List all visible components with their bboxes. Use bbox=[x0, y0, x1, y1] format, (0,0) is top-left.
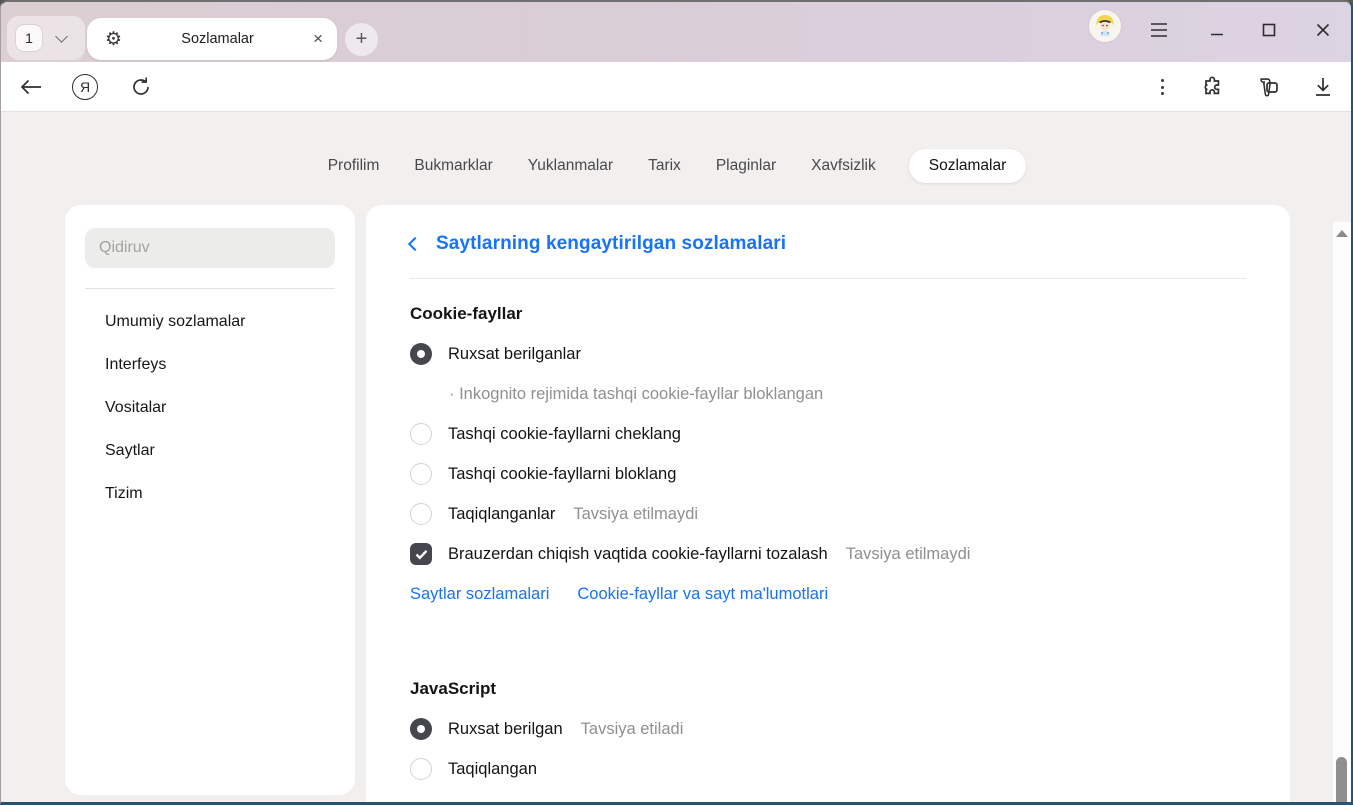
sidebar-item-interfeys[interactable]: Interfeys bbox=[65, 343, 355, 386]
sidebar-item-vositalar[interactable]: Vositalar bbox=[65, 386, 355, 429]
tab-strip: 1 ⚙ Sozlamalar × + bbox=[1, 2, 1351, 62]
browser-toolbar: Я Y settings Sozlamalar bbox=[1, 62, 1351, 112]
avatar[interactable] bbox=[1089, 10, 1121, 42]
radio-option-js-allowed[interactable]: Ruxsat berilgan Tavsiya etiladi bbox=[410, 709, 1246, 749]
section-gap bbox=[410, 614, 1246, 654]
sidebar-item-saytlar[interactable]: Saytlar bbox=[65, 429, 355, 472]
javascript-heading: JavaScript bbox=[410, 669, 1246, 709]
content-divider bbox=[410, 278, 1246, 279]
nav-tab-profilim[interactable]: Profilim bbox=[326, 149, 382, 183]
close-tab-icon[interactable]: × bbox=[313, 29, 323, 49]
back-icon[interactable] bbox=[17, 73, 45, 101]
nav-tab-sozlamalar[interactable]: Sozlamalar bbox=[909, 149, 1027, 183]
checkbox-checked-icon[interactable] bbox=[410, 543, 432, 565]
radio-option-allowed[interactable]: Ruxsat berilganlar bbox=[410, 334, 1246, 374]
chevron-down-icon[interactable] bbox=[55, 30, 68, 43]
chevron-left-icon bbox=[408, 237, 422, 251]
not-recommended-hint: Tavsiya etilmaydi bbox=[573, 505, 698, 524]
settings-content: Saytlarning kengaytirilgan sozlamalari C… bbox=[366, 205, 1290, 805]
download-icon[interactable] bbox=[1309, 73, 1337, 101]
minimize-button[interactable] bbox=[1203, 16, 1231, 44]
maximize-button[interactable] bbox=[1255, 16, 1283, 44]
nav-tab-bukmarklar[interactable]: Bukmarklar bbox=[412, 149, 494, 183]
section-back-title: Saytlarning kengaytirilgan sozlamalari bbox=[436, 233, 786, 255]
settings-sidebar: Umumiy sozlamalar Interfeys Vositalar Sa… bbox=[65, 205, 355, 795]
nav-tab-tarix[interactable]: Tarix bbox=[646, 149, 683, 183]
radio-option-note: · Inkognito rejimida tashqi cookie-fayll… bbox=[410, 374, 1246, 414]
sidebar-item-umumiy[interactable]: Umumiy sozlamalar bbox=[65, 300, 355, 343]
yandex-logo-icon[interactable]: Я bbox=[71, 73, 99, 101]
checkbox-clear-cookies-on-exit[interactable]: Brauzerdan chiqish vaqtida cookie-faylla… bbox=[410, 534, 1246, 574]
radio-icon[interactable] bbox=[410, 463, 432, 485]
radio-option-block-third-party[interactable]: Tashqi cookie-fayllarni bloklang bbox=[410, 454, 1246, 494]
nav-tab-yuklanmalar[interactable]: Yuklanmalar bbox=[526, 149, 615, 183]
tab-group-button[interactable]: 1 bbox=[7, 16, 85, 60]
sidebar-divider bbox=[85, 288, 335, 289]
back-heading-link[interactable]: Saytlarning kengaytirilgan sozlamalari bbox=[410, 233, 1246, 255]
settings-nav: Profilim Bukmarklar Yuklanmalar Tarix Pl… bbox=[1, 149, 1351, 183]
tab-counter-badge[interactable]: 1 bbox=[15, 24, 43, 52]
radio-icon[interactable] bbox=[410, 758, 432, 780]
radio-checked-icon[interactable] bbox=[410, 343, 432, 365]
new-tab-button[interactable]: + bbox=[345, 23, 378, 56]
tab-title: Sozlamalar bbox=[122, 31, 313, 47]
radio-icon[interactable] bbox=[410, 423, 432, 445]
cookies-heading: Cookie-fayllar bbox=[410, 294, 1246, 334]
browser-tab-settings[interactable]: ⚙ Sozlamalar × bbox=[87, 18, 337, 60]
nav-tab-plaginlar[interactable]: Plaginlar bbox=[714, 149, 778, 183]
sidebar-list: Umumiy sozlamalar Interfeys Vositalar Sa… bbox=[65, 300, 355, 515]
menu-icon[interactable] bbox=[1145, 16, 1173, 44]
site-settings-link[interactable]: Saytlar sozlamalari bbox=[410, 800, 549, 805]
radio-checked-icon[interactable] bbox=[410, 718, 432, 740]
recommended-hint: Tavsiya etiladi bbox=[581, 720, 684, 739]
settings-page: Profilim Bukmarklar Yuklanmalar Tarix Pl… bbox=[1, 112, 1351, 805]
cookies-site-data-link[interactable]: Cookie-fayllar va sayt ma'lumotlari bbox=[577, 585, 828, 604]
browser-window: 1 ⚙ Sozlamalar × + bbox=[0, 0, 1353, 805]
collections-icon[interactable] bbox=[1253, 73, 1281, 101]
scrollbar-thumb[interactable] bbox=[1336, 757, 1347, 805]
extensions-icon[interactable] bbox=[1199, 73, 1227, 101]
close-window-button[interactable] bbox=[1309, 16, 1337, 44]
more-options-icon[interactable] bbox=[1148, 73, 1176, 101]
reload-icon[interactable] bbox=[127, 73, 155, 101]
search-input[interactable] bbox=[85, 228, 335, 268]
cookies-links: Saytlar sozlamalari Cookie-fayllar va sa… bbox=[410, 574, 1246, 614]
not-recommended-hint: Tavsiya etilmaydi bbox=[846, 545, 971, 564]
radio-option-js-forbidden[interactable]: Taqiqlangan bbox=[410, 749, 1246, 789]
page-scrollbar[interactable] bbox=[1333, 222, 1351, 805]
nav-tab-xavfsizlik[interactable]: Xavfsizlik bbox=[809, 149, 878, 183]
gear-icon: ⚙ bbox=[105, 30, 122, 49]
radio-option-forbidden[interactable]: Taqiqlanganlar Tavsiya etilmaydi bbox=[410, 494, 1246, 534]
sidebar-item-tizim[interactable]: Tizim bbox=[65, 472, 355, 515]
site-settings-link[interactable]: Saytlar sozlamalari bbox=[410, 585, 549, 604]
radio-option-restrict-third-party[interactable]: Tashqi cookie-fayllarni cheklang bbox=[410, 414, 1246, 454]
javascript-links: Saytlar sozlamalari bbox=[410, 789, 1246, 805]
radio-icon[interactable] bbox=[410, 503, 432, 525]
scroll-up-icon[interactable] bbox=[1336, 230, 1348, 237]
